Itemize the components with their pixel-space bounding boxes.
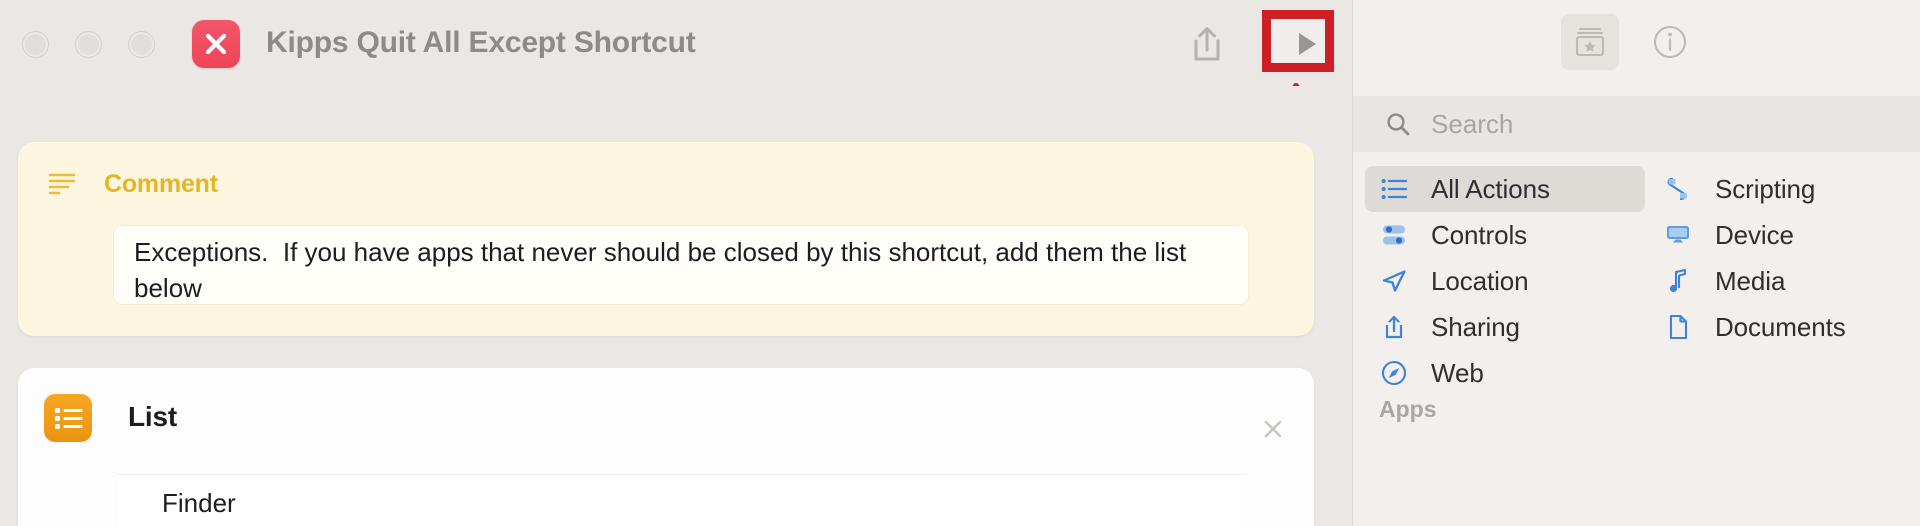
page-title: Kipps Quit All Except Shortcut — [266, 26, 696, 59]
search-icon — [1385, 111, 1411, 137]
sidebar-toolbar — [1353, 0, 1920, 86]
sidebar-item-label: Sharing — [1431, 311, 1520, 342]
list-item-label: Finder — [162, 488, 236, 518]
shortcut-app-glyph — [192, 20, 240, 68]
list-bullet-icon — [1379, 175, 1409, 203]
sidebar-item-label: Location — [1431, 265, 1529, 296]
list-card-label: List — [128, 401, 177, 432]
music-note-icon — [1663, 267, 1693, 295]
comment-text-value: Exceptions. If you have apps that never … — [134, 237, 1194, 303]
action-card-comment[interactable]: Comment Exceptions. If you have apps tha… — [18, 142, 1314, 336]
sidebar-item-label: All Actions — [1431, 173, 1550, 204]
sidebar-item-location[interactable]: Location — [1365, 258, 1645, 304]
action-library-icon[interactable] — [1561, 14, 1619, 70]
script-icon — [1663, 175, 1693, 203]
sidebar-item-label: Device — [1715, 219, 1794, 250]
sidebar-item-label: Media — [1715, 265, 1786, 296]
comment-text-field[interactable]: Exceptions. If you have apps that never … — [114, 226, 1248, 304]
shortcut-actions-canvas: Comment Exceptions. If you have apps tha… — [0, 86, 1352, 526]
compass-icon — [1379, 359, 1409, 387]
sidebar-item-sharing[interactable]: Sharing — [1365, 304, 1645, 350]
share-button[interactable] — [1183, 20, 1231, 68]
sidebar-item-all-actions[interactable]: All Actions — [1365, 166, 1645, 212]
shortcuts-editor-window: Kipps Quit All Except Shortcut Comment E… — [0, 0, 1920, 526]
list-item[interactable]: Finder — [118, 474, 1246, 526]
bullet-list-icon — [44, 394, 92, 442]
sidebar-item-label: Web — [1431, 357, 1484, 388]
action-card-list[interactable]: List Finder — [18, 368, 1314, 526]
document-icon — [1663, 313, 1693, 341]
sidebar-item-label: Controls — [1431, 219, 1528, 250]
category-column-right: Scripting Device Media Documents — [1649, 166, 1920, 350]
sidebar-item-label: Documents — [1715, 311, 1846, 342]
sidebar-item-web[interactable]: Web — [1365, 350, 1645, 396]
controls-icon — [1379, 221, 1409, 249]
sidebar-item-label: Scripting — [1715, 173, 1816, 204]
traffic-light-group — [22, 31, 155, 58]
comment-card-header: Comment — [48, 170, 218, 199]
sidebar-item-documents[interactable]: Documents — [1649, 304, 1920, 350]
sidebar-item-device[interactable]: Device — [1649, 212, 1920, 258]
action-library-sidebar: Search All Actions Controls Location Sha… — [1352, 0, 1920, 526]
maximize-button[interactable] — [128, 31, 155, 58]
comment-lines-icon — [48, 172, 76, 198]
sidebar-item-media[interactable]: Media — [1649, 258, 1920, 304]
location-arrow-icon — [1379, 267, 1409, 295]
sidebar-item-scripting[interactable]: Scripting — [1649, 166, 1920, 212]
annotation-highlight-box — [1262, 10, 1334, 72]
search-input[interactable]: Search — [1353, 96, 1920, 152]
search-placeholder: Search — [1431, 108, 1514, 139]
close-button[interactable] — [22, 31, 49, 58]
category-column-left: All Actions Controls Location Sharing We… — [1365, 166, 1645, 396]
sidebar-item-controls[interactable]: Controls — [1365, 212, 1645, 258]
window-titlebar: Kipps Quit All Except Shortcut — [0, 0, 1352, 173]
comment-card-label: Comment — [104, 170, 218, 198]
share-icon — [1379, 313, 1409, 341]
section-header-apps: Apps — [1379, 396, 1437, 422]
minimize-button[interactable] — [75, 31, 102, 58]
monitor-icon — [1663, 221, 1693, 249]
close-icon[interactable] — [1258, 414, 1288, 444]
info-circle-icon[interactable] — [1648, 20, 1692, 64]
